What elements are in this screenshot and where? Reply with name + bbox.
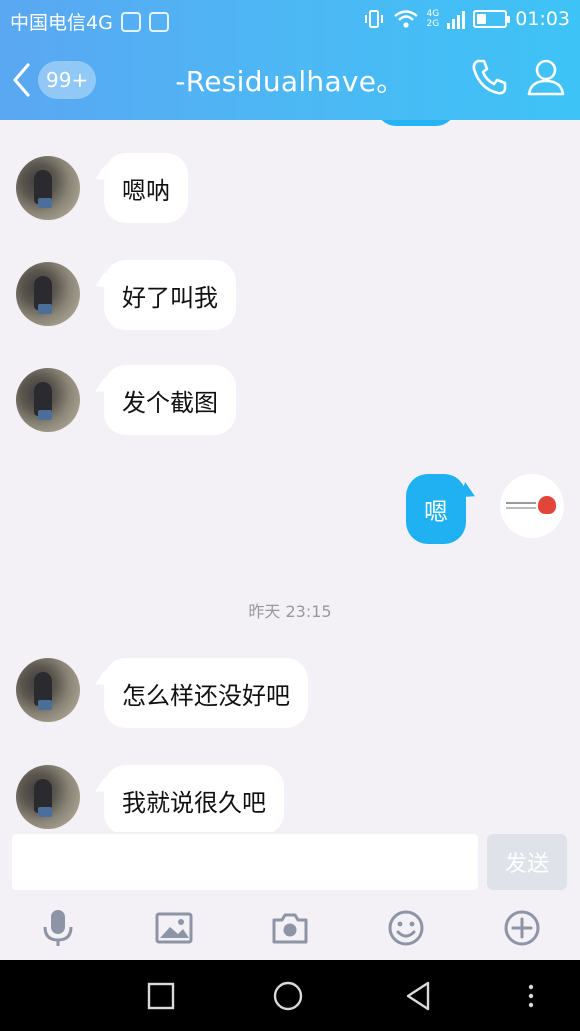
plus-icon[interactable] <box>502 908 542 948</box>
clock: 01:03 <box>515 8 570 30</box>
message-bubble-sent[interactable]: 嗯 <box>406 474 466 544</box>
contact-avatar[interactable] <box>16 262 80 326</box>
message-input[interactable] <box>12 834 478 890</box>
notification-app-icon <box>120 11 141 32</box>
chat-toolbar <box>0 894 580 960</box>
contact-avatar[interactable] <box>16 658 80 722</box>
message-list[interactable]: 嗯呐 好了叫我 发个截图 嗯 昨天 23:15 怎么样还没好吧 我就说很久吧 <box>0 120 580 832</box>
message-bubble[interactable]: 发个截图 <box>104 365 236 435</box>
contact-avatar[interactable] <box>16 368 80 432</box>
previous-bubble-edge <box>376 120 456 126</box>
message-bubble[interactable]: 好了叫我 <box>104 260 236 330</box>
composer: 发送 <box>0 832 580 894</box>
battery-icon <box>473 10 511 28</box>
message-bubble[interactable]: 嗯呐 <box>104 153 188 223</box>
notification-image-icon <box>148 11 169 32</box>
system-nav-bar <box>0 960 580 1031</box>
chat-header: 99+ -Residualhave。 <box>0 40 580 120</box>
timestamp-label: 昨天 23:15 <box>248 602 332 621</box>
camera-icon[interactable] <box>270 908 310 948</box>
home-icon[interactable] <box>272 980 304 1012</box>
recent-apps-icon[interactable] <box>145 980 177 1012</box>
vibrate-icon <box>364 10 383 28</box>
carrier-label: 中国电信4G <box>10 12 113 34</box>
back-icon[interactable] <box>402 980 434 1012</box>
profile-icon[interactable] <box>525 56 567 98</box>
contact-avatar[interactable] <box>16 156 80 220</box>
status-bar: 中国电信4G 4G 2G 01:03 <box>0 0 580 40</box>
network-type: 4G 2G <box>426 9 440 29</box>
emoji-icon[interactable] <box>386 908 426 948</box>
send-button[interactable]: 发送 <box>487 834 567 890</box>
wifi-icon <box>393 10 418 28</box>
signal-icon <box>447 9 466 29</box>
my-avatar[interactable] <box>500 474 564 538</box>
message-bubble[interactable]: 怎么样还没好吧 <box>104 658 308 728</box>
contact-avatar[interactable] <box>16 765 80 829</box>
more-icon[interactable] <box>515 980 547 1012</box>
phone-icon[interactable] <box>468 56 510 98</box>
image-icon[interactable] <box>154 908 194 948</box>
microphone-icon[interactable] <box>38 908 78 948</box>
message-bubble[interactable]: 我就说很久吧 <box>104 765 284 832</box>
